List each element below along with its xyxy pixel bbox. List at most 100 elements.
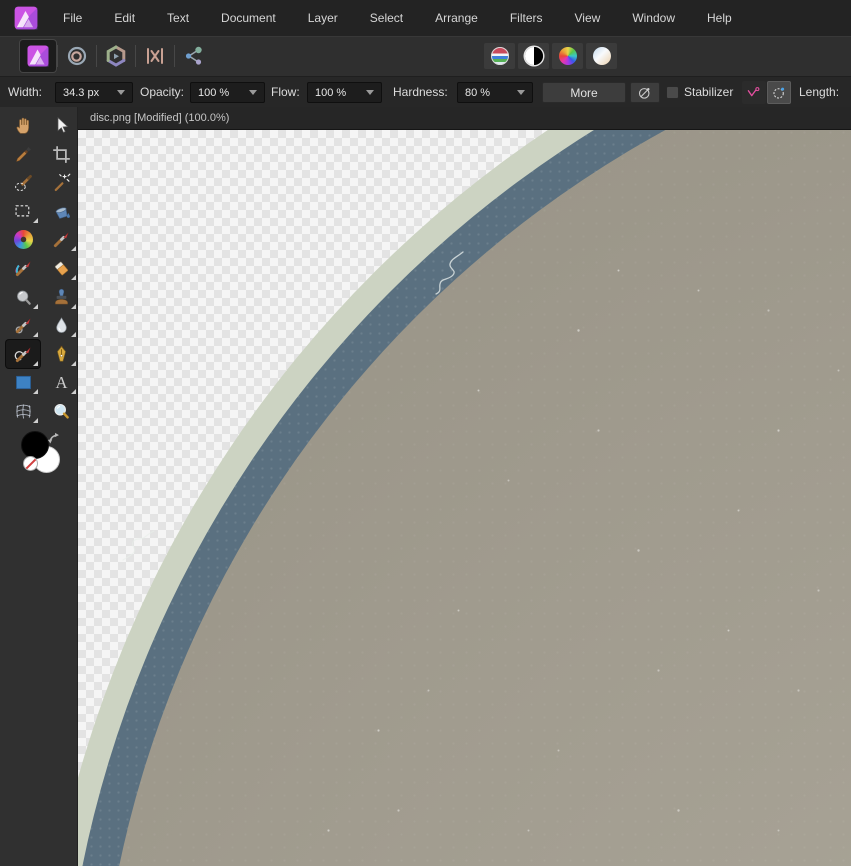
menu-item-select[interactable]: Select — [354, 0, 419, 36]
undo-brush-tool[interactable] — [6, 340, 40, 368]
toolbar-separator — [135, 45, 136, 67]
text-a-icon: A — [51, 372, 72, 393]
liquify-persona-button[interactable] — [59, 40, 95, 72]
paint-brush-tool[interactable] — [44, 225, 78, 253]
affinity-photo-icon — [26, 44, 50, 68]
zoom-tool[interactable] — [44, 397, 78, 425]
foreground-color-swatch[interactable] — [21, 431, 49, 459]
color-replacement-brush-tool[interactable] — [6, 254, 40, 282]
text-tool[interactable]: A — [44, 368, 78, 396]
flood-select-tool[interactable] — [44, 168, 78, 196]
width-value: 34.3 px — [63, 87, 99, 99]
mesh-warp-icon — [13, 401, 34, 422]
chevron-down-icon — [249, 90, 257, 95]
flyout-indicator — [71, 304, 76, 309]
width-dropdown[interactable]: 34.3 px — [55, 82, 133, 103]
develop-icon — [104, 44, 128, 68]
menu-item-help[interactable]: Help — [691, 0, 748, 36]
marquee-tool[interactable] — [6, 197, 40, 225]
window-stabilizer-icon — [770, 84, 788, 102]
mesh-warp-tool[interactable] — [6, 397, 40, 425]
svg-text:A: A — [55, 372, 67, 391]
move-tool[interactable] — [44, 111, 78, 139]
opacity-dropdown[interactable]: 100 % — [190, 82, 265, 103]
rectangle-tool[interactable] — [6, 368, 40, 396]
smudge-tool[interactable] — [6, 311, 40, 339]
opacity-label: Opacity: — [140, 77, 184, 108]
flyout-indicator — [71, 275, 76, 280]
clone-stamp-icon — [51, 287, 72, 308]
menu-items: FileEditTextDocumentLayerSelectArrangeFi… — [47, 0, 748, 36]
main-toolbar — [0, 36, 851, 76]
zoom-magnifier-icon — [51, 401, 72, 422]
canvas[interactable] — [78, 130, 851, 866]
paint-bucket-icon — [51, 201, 72, 222]
document-tab-bar: disc.png [Modified] (100.0%) — [78, 107, 851, 130]
move-arrow-icon — [51, 115, 72, 136]
pen-tool[interactable] — [44, 340, 78, 368]
rope-stabilizer-icon — [745, 84, 763, 102]
flood-fill-tool[interactable] — [44, 197, 78, 225]
flyout-indicator — [33, 418, 38, 423]
clone-brush-tool[interactable] — [44, 283, 78, 311]
auto-white-balance-button[interactable] — [586, 43, 617, 69]
selection-brush-icon — [13, 172, 34, 193]
selection-brush-tool[interactable] — [6, 168, 40, 196]
flyout-indicator — [33, 304, 38, 309]
document-tab-title: disc.png [Modified] (100.0%) — [90, 112, 229, 124]
menu-item-arrange[interactable]: Arrange — [419, 0, 494, 36]
flyout-indicator — [71, 246, 76, 251]
circle-slash-icon — [636, 84, 654, 102]
menu-item-text[interactable]: Text — [151, 0, 205, 36]
flow-dropdown[interactable]: 100 % — [307, 82, 382, 103]
tone-mapping-icon — [143, 44, 167, 68]
menu-item-filters[interactable]: Filters — [494, 0, 559, 36]
auto-levels-icon — [491, 47, 509, 65]
auto-contrast-icon — [525, 47, 543, 65]
more-button-label: More — [570, 86, 597, 100]
persona-buttons — [20, 40, 212, 72]
wet-edges-button[interactable] — [630, 82, 660, 103]
paint-brush-icon — [51, 229, 72, 250]
blur-tool[interactable] — [44, 311, 78, 339]
menu-item-window[interactable]: Window — [616, 0, 691, 36]
more-button[interactable]: More — [542, 82, 626, 103]
export-persona-button[interactable] — [176, 40, 212, 72]
marquee-icon — [13, 201, 34, 222]
affinity-photo-app-icon — [13, 5, 39, 31]
rope-stabilizer-button[interactable] — [742, 81, 766, 104]
view-tool[interactable] — [6, 111, 40, 139]
flyout-indicator — [33, 332, 38, 337]
hardness-dropdown[interactable]: 80 % — [457, 82, 533, 103]
color-replacement-brush-icon — [13, 258, 34, 279]
window-stabilizer-button[interactable] — [767, 81, 791, 104]
no-color-swatch[interactable] — [23, 456, 38, 471]
export-share-icon — [182, 44, 206, 68]
color-picker-tool[interactable] — [6, 140, 40, 168]
crop-tool[interactable] — [44, 140, 78, 168]
stabilizer-checkbox[interactable] — [666, 86, 679, 99]
tone-mapping-persona-button[interactable] — [137, 40, 173, 72]
erase-brush-tool[interactable] — [44, 254, 78, 282]
menu-item-edit[interactable]: Edit — [98, 0, 151, 36]
menu-item-view[interactable]: View — [559, 0, 617, 36]
menu-item-layer[interactable]: Layer — [292, 0, 354, 36]
dodge-brush-tool[interactable] — [6, 283, 40, 311]
develop-persona-button[interactable] — [98, 40, 134, 72]
menu-item-document[interactable]: Document — [205, 0, 292, 36]
photo-persona-button[interactable] — [20, 40, 56, 72]
width-label: Width: — [8, 77, 42, 108]
flyout-indicator — [33, 218, 38, 223]
document-tab[interactable]: disc.png [Modified] (100.0%) — [78, 107, 241, 129]
dodge-icon — [13, 287, 34, 308]
auto-adjustment-buttons — [484, 43, 617, 69]
flyout-indicator — [71, 361, 76, 366]
auto-colours-button[interactable] — [552, 43, 583, 69]
flow-value: 100 % — [315, 87, 346, 99]
swap-colors-icon[interactable] — [46, 431, 61, 446]
menu-item-file[interactable]: File — [47, 0, 98, 36]
gradient-tool[interactable] — [6, 225, 40, 253]
auto-levels-button[interactable] — [484, 43, 515, 69]
opacity-value: 100 % — [198, 87, 229, 99]
auto-contrast-button[interactable] — [518, 43, 549, 69]
